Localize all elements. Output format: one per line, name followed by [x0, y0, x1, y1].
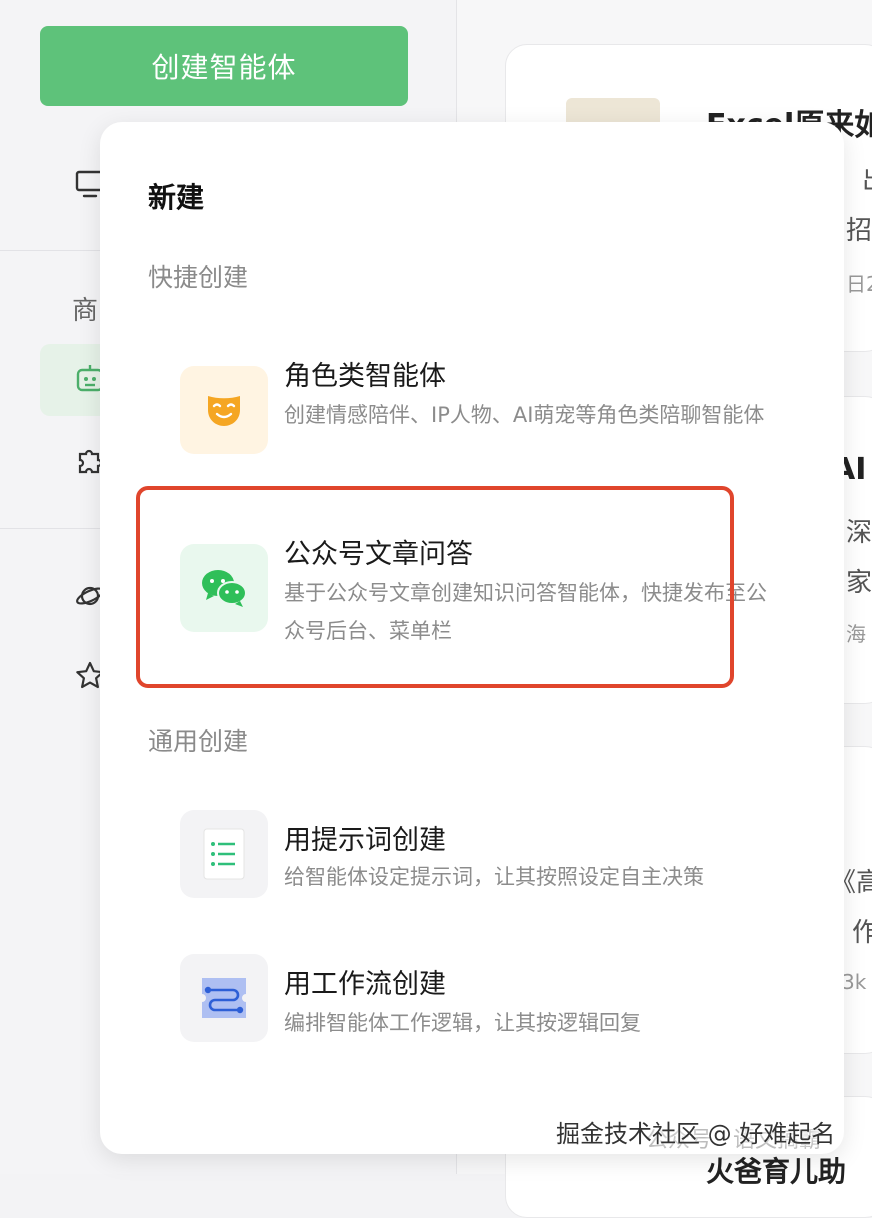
option-desc: 创建情感陪伴、IP人物、AI萌宠等角色类陪聊智能体 [284, 403, 765, 427]
workflow-icon [180, 954, 268, 1042]
option-desc: 给智能体设定提示词，让其按照设定自主决策 [284, 865, 704, 889]
quick-create-label: 快捷创建 [148, 263, 249, 292]
agent-card-desc: 家 [846, 568, 872, 598]
option-title: 用提示词创建 [284, 825, 446, 856]
option-title: 角色类智能体 [284, 361, 446, 392]
agent-card-title: 火爸育儿助 [706, 1155, 847, 1188]
create-agent-button[interactable]: 创建智能体 [40, 26, 408, 106]
general-create-label: 通用创建 [148, 727, 249, 756]
agent-card-desc: 深 [846, 518, 872, 548]
agent-card-desc: 出 [862, 160, 872, 197]
option-desc: 编排智能体工作逻辑，让其按逻辑回复 [284, 1011, 641, 1035]
agent-card-desc: 招 [846, 216, 872, 246]
list-doc-icon [180, 810, 268, 898]
popover-title: 新建 [148, 181, 205, 214]
agent-card-meta: 海 [846, 622, 866, 646]
agent-card-meta: 日2 [846, 272, 872, 296]
watermark: 掘金技术社区 @ 好难起名 [556, 1120, 836, 1148]
prompt-create-option[interactable]: 用提示词创建 给智能体设定提示词，让其按照设定自主决策 [134, 790, 804, 940]
agent-card-meta: 3k [842, 970, 867, 994]
role-agent-option[interactable]: 角色类智能体 创建情感陪伴、IP人物、AI萌宠等角色类陪聊智能体 [134, 328, 804, 478]
agent-card-desc: 作 [852, 918, 872, 948]
sidebar-section-label: 商 [72, 296, 99, 326]
highlight-box [136, 486, 734, 688]
option-title: 用工作流创建 [284, 969, 446, 1000]
workflow-create-option[interactable]: 用工作流创建 编排智能体工作逻辑，让其按逻辑回复 [134, 936, 804, 1086]
mask-icon [180, 366, 268, 454]
